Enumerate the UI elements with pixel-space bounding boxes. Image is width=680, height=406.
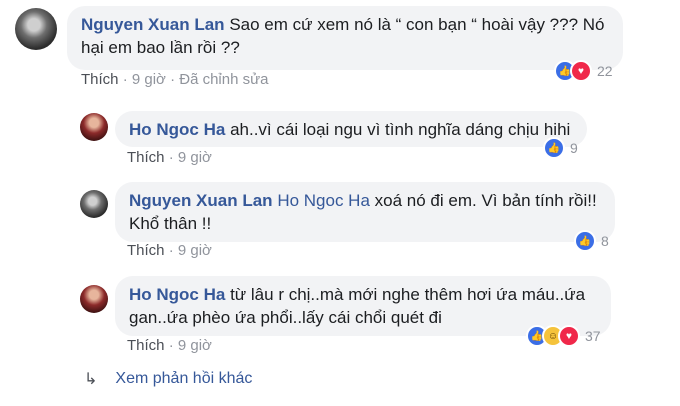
reaction-count: 8: [601, 233, 609, 249]
love-icon: ♥: [558, 325, 580, 347]
comment-text: gan..ứa phèo ứa phổi..lấy cái chổi quét …: [129, 308, 442, 327]
comment-bubble: Ho Ngoc Ha ah..vì cái loại ngu vì tình n…: [115, 111, 587, 147]
like-icon: 👍: [543, 137, 565, 159]
like-link[interactable]: Thích: [127, 149, 165, 166]
avatar[interactable]: [15, 8, 57, 50]
comment-text: ah..vì cái loại ngu vì tình nghĩa dáng c…: [230, 120, 571, 139]
comment-text: từ lâu r chị..mà mới nghe thêm hơi ứa má…: [230, 285, 586, 304]
comment-author[interactable]: Ho Ngoc Ha: [129, 120, 225, 139]
more-replies-label[interactable]: Xem phản hồi khác: [115, 370, 252, 388]
more-replies-link[interactable]: ↳ Xem phản hồi khác: [84, 369, 252, 389]
timestamp[interactable]: 9 giờ: [178, 242, 212, 259]
comment-meta: Thích · 9 giờ: [127, 149, 212, 166]
comment-author[interactable]: Nguyen Xuan Lan: [81, 15, 225, 34]
edited-label[interactable]: Đã chỉnh sửa: [179, 71, 268, 88]
like-icon: 👍: [574, 230, 596, 252]
comment-text: Khổ thân !!: [129, 214, 212, 233]
comment-text: hại em bao lần rồi ??: [81, 38, 240, 57]
comment-meta: Thích · 9 giờ · Đã chỉnh sửa: [81, 71, 269, 88]
comment-meta: Thích · 9 giờ: [127, 242, 212, 259]
avatar[interactable]: [80, 190, 108, 218]
avatar[interactable]: [80, 285, 108, 313]
comment-bubble: Nguyen Xuan Lan Ho Ngoc Ha xoá nó đi em.…: [115, 182, 615, 242]
reaction-summary[interactable]: 👍 ♥ 22: [554, 60, 613, 82]
reaction-summary[interactable]: 👍 8: [574, 230, 609, 252]
comment-author[interactable]: Nguyen Xuan Lan: [129, 191, 273, 210]
comment-bubble: Nguyen Xuan Lan Sao em cứ xem nó là “ co…: [67, 6, 623, 70]
reaction-count: 9: [570, 140, 578, 156]
timestamp[interactable]: 9 giờ: [132, 71, 166, 88]
comment-text: Sao em cứ xem nó là “ con bạn “ hoài vậy…: [229, 15, 605, 34]
like-link[interactable]: Thích: [127, 242, 165, 259]
love-icon: ♥: [570, 60, 592, 82]
comment-author[interactable]: Ho Ngoc Ha: [129, 285, 225, 304]
comment-meta: Thích · 9 giờ: [127, 337, 212, 354]
reaction-summary[interactable]: 👍 ☺ ♥ 37: [526, 325, 601, 347]
comment-text: xoá nó đi em. Vì bản tính rồi!!: [374, 191, 597, 210]
like-link[interactable]: Thích: [127, 337, 165, 354]
mention-tag[interactable]: Ho Ngoc Ha: [277, 191, 370, 210]
reply-arrow-icon: ↳: [84, 371, 98, 388]
reaction-summary[interactable]: 👍 9: [543, 137, 578, 159]
like-link[interactable]: Thích: [81, 71, 119, 88]
timestamp[interactable]: 9 giờ: [178, 149, 212, 166]
reaction-count: 22: [597, 63, 613, 79]
avatar[interactable]: [80, 113, 108, 141]
timestamp[interactable]: 9 giờ: [178, 337, 212, 354]
reaction-count: 37: [585, 328, 601, 344]
